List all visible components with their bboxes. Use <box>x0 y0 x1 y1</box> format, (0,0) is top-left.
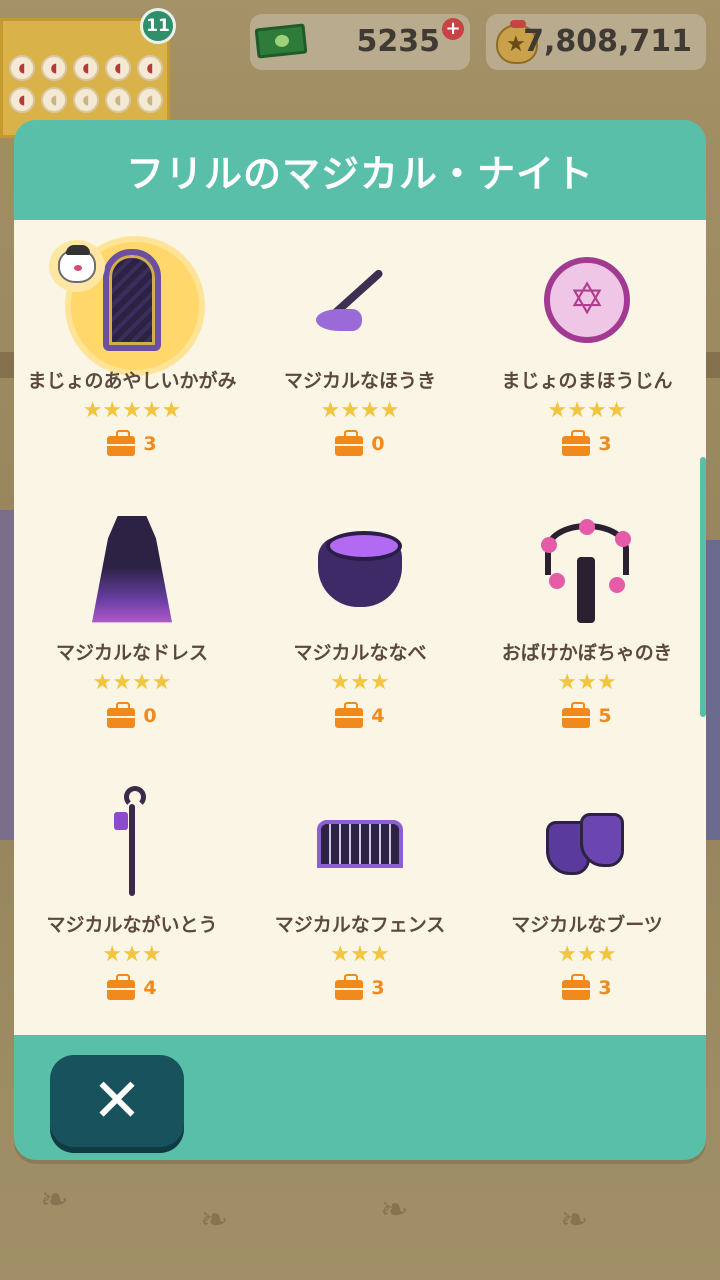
fence-icon <box>310 786 410 902</box>
item-cell[interactable]: マジカルながいとう ★★★ 4 <box>17 764 247 1035</box>
cauldron-icon <box>310 514 410 630</box>
owned-count-row: 3 <box>472 430 702 456</box>
briefcase-icon <box>107 702 136 728</box>
close-icon: ✕ <box>91 1066 143 1136</box>
item-name: マジカルなブーツ <box>511 914 663 936</box>
close-button[interactable]: ✕ <box>50 1055 184 1147</box>
stamp-icon: ◖ <box>9 87 35 113</box>
dialog-title: フリルのマジカル・ナイト <box>125 151 594 196</box>
add-tickets-icon[interactable]: + <box>442 18 464 40</box>
item-cell[interactable]: マジカルななべ ★★★ 4 <box>245 492 475 764</box>
stamp-icon: ◖ <box>137 87 163 113</box>
stamp-icon: ◖ <box>73 87 99 113</box>
broom-icon <box>310 242 410 358</box>
leaf-pattern-icon: ❧ <box>200 1200 229 1240</box>
stamp-icon: ◖ <box>41 55 67 81</box>
owned-count-row: 3 <box>17 430 247 456</box>
item-name: マジカルなほうき <box>283 370 436 392</box>
briefcase-icon <box>562 702 591 728</box>
item-name: まじょのあやしいかがみ <box>27 370 237 392</box>
leaf-ticket-icon <box>254 23 308 59</box>
owned-count-row: 3 <box>245 974 475 1000</box>
bells-value: 7,808,711 <box>523 24 692 59</box>
rarity-stars: ★★★ <box>330 942 390 967</box>
dialog-footer: ✕ <box>14 1035 706 1160</box>
item-cell[interactable]: マジカルなほうき ★★★★ 0 <box>245 220 475 492</box>
item-cell[interactable]: まじょのあやしいかがみ ★★★★★ 3 <box>17 220 247 492</box>
owned-count-row: 5 <box>472 702 702 728</box>
owned-count: 0 <box>143 705 157 727</box>
owned-count-row: 4 <box>17 974 247 1000</box>
villager-avatar <box>49 240 105 292</box>
briefcase-icon <box>562 430 591 456</box>
briefcase-icon <box>107 430 136 456</box>
item-name: おばけかぼちゃのき <box>501 642 673 664</box>
briefcase-icon <box>335 974 364 1000</box>
owned-count: 0 <box>371 433 385 455</box>
owned-count-row: 3 <box>472 974 702 1000</box>
item-cell[interactable]: マジカルなドレス ★★★★ 0 <box>17 492 247 764</box>
rarity-stars: ★★★★ <box>547 398 627 423</box>
stamp-icon: ◖ <box>73 55 99 81</box>
owned-count: 4 <box>371 705 385 727</box>
rarity-stars: ★★★★ <box>320 398 400 423</box>
item-name: マジカルなフェンス <box>274 914 446 936</box>
item-set-dialog: フリルのマジカル・ナイト まじょのあやしいかがみ ★★★★★ 3 マジカルなほう… <box>14 120 706 1160</box>
owned-count-row: 0 <box>17 702 247 728</box>
item-cell[interactable]: ✡ まじょのまほうじん ★★★★ 3 <box>472 220 702 492</box>
owned-count: 5 <box>598 705 612 727</box>
leaf-pattern-icon: ❧ <box>40 1180 69 1220</box>
boots-icon <box>537 786 637 902</box>
leaf-ticket-counter[interactable]: 5235 + <box>250 14 470 70</box>
event-count-badge: 11 <box>140 8 176 44</box>
briefcase-icon <box>107 974 136 1000</box>
item-cell[interactable]: マジカルなフェンス ★★★ 3 <box>245 764 475 1035</box>
owned-count-row: 4 <box>245 702 475 728</box>
street-lamp-icon <box>82 786 182 902</box>
owned-count: 3 <box>598 433 612 455</box>
owned-count: 3 <box>143 433 157 455</box>
briefcase-icon <box>335 430 364 456</box>
stamp-icon: ◖ <box>105 87 131 113</box>
rarity-stars: ★★★★★ <box>82 398 182 423</box>
stamp-icon: ◖ <box>137 55 163 81</box>
item-grid-panel[interactable]: まじょのあやしいかがみ ★★★★★ 3 マジカルなほうき ★★★★ 0 ✡ まじ… <box>14 220 706 1035</box>
owned-count-row: 0 <box>245 430 475 456</box>
stamp-icon: ◖ <box>9 55 35 81</box>
dress-icon <box>82 514 182 630</box>
rarity-stars: ★★★★ <box>92 670 172 695</box>
owned-count: 3 <box>371 977 385 999</box>
item-name: マジカルながいとう <box>46 914 218 936</box>
background-villager-panel <box>704 540 720 840</box>
briefcase-icon <box>562 974 591 1000</box>
stamp-icon: ◖ <box>105 55 131 81</box>
item-cell[interactable]: おばけかぼちゃのき ★★★ 5 <box>472 492 702 764</box>
rarity-stars: ★★★ <box>557 670 617 695</box>
leaf-pattern-icon: ❧ <box>380 1190 409 1230</box>
magic-circle-icon: ✡ <box>537 242 637 358</box>
bells-counter: 7,808,711 <box>486 14 706 70</box>
owned-count: 4 <box>143 977 157 999</box>
owned-count: 3 <box>598 977 612 999</box>
pumpkin-tree-icon <box>537 514 637 630</box>
rarity-stars: ★★★ <box>330 670 390 695</box>
item-name: マジカルなドレス <box>55 642 208 664</box>
item-name: まじょのまほうじん <box>501 370 673 392</box>
item-cell[interactable]: マジカルなブーツ ★★★ 3 <box>472 764 702 1035</box>
rarity-stars: ★★★ <box>102 942 162 967</box>
item-name: マジカルななべ <box>293 642 427 664</box>
briefcase-icon <box>335 702 364 728</box>
leaf-pattern-icon: ❧ <box>560 1200 589 1240</box>
rarity-stars: ★★★ <box>557 942 617 967</box>
stamp-icon: ◖ <box>41 87 67 113</box>
leaf-ticket-value: 5235 <box>356 24 441 59</box>
